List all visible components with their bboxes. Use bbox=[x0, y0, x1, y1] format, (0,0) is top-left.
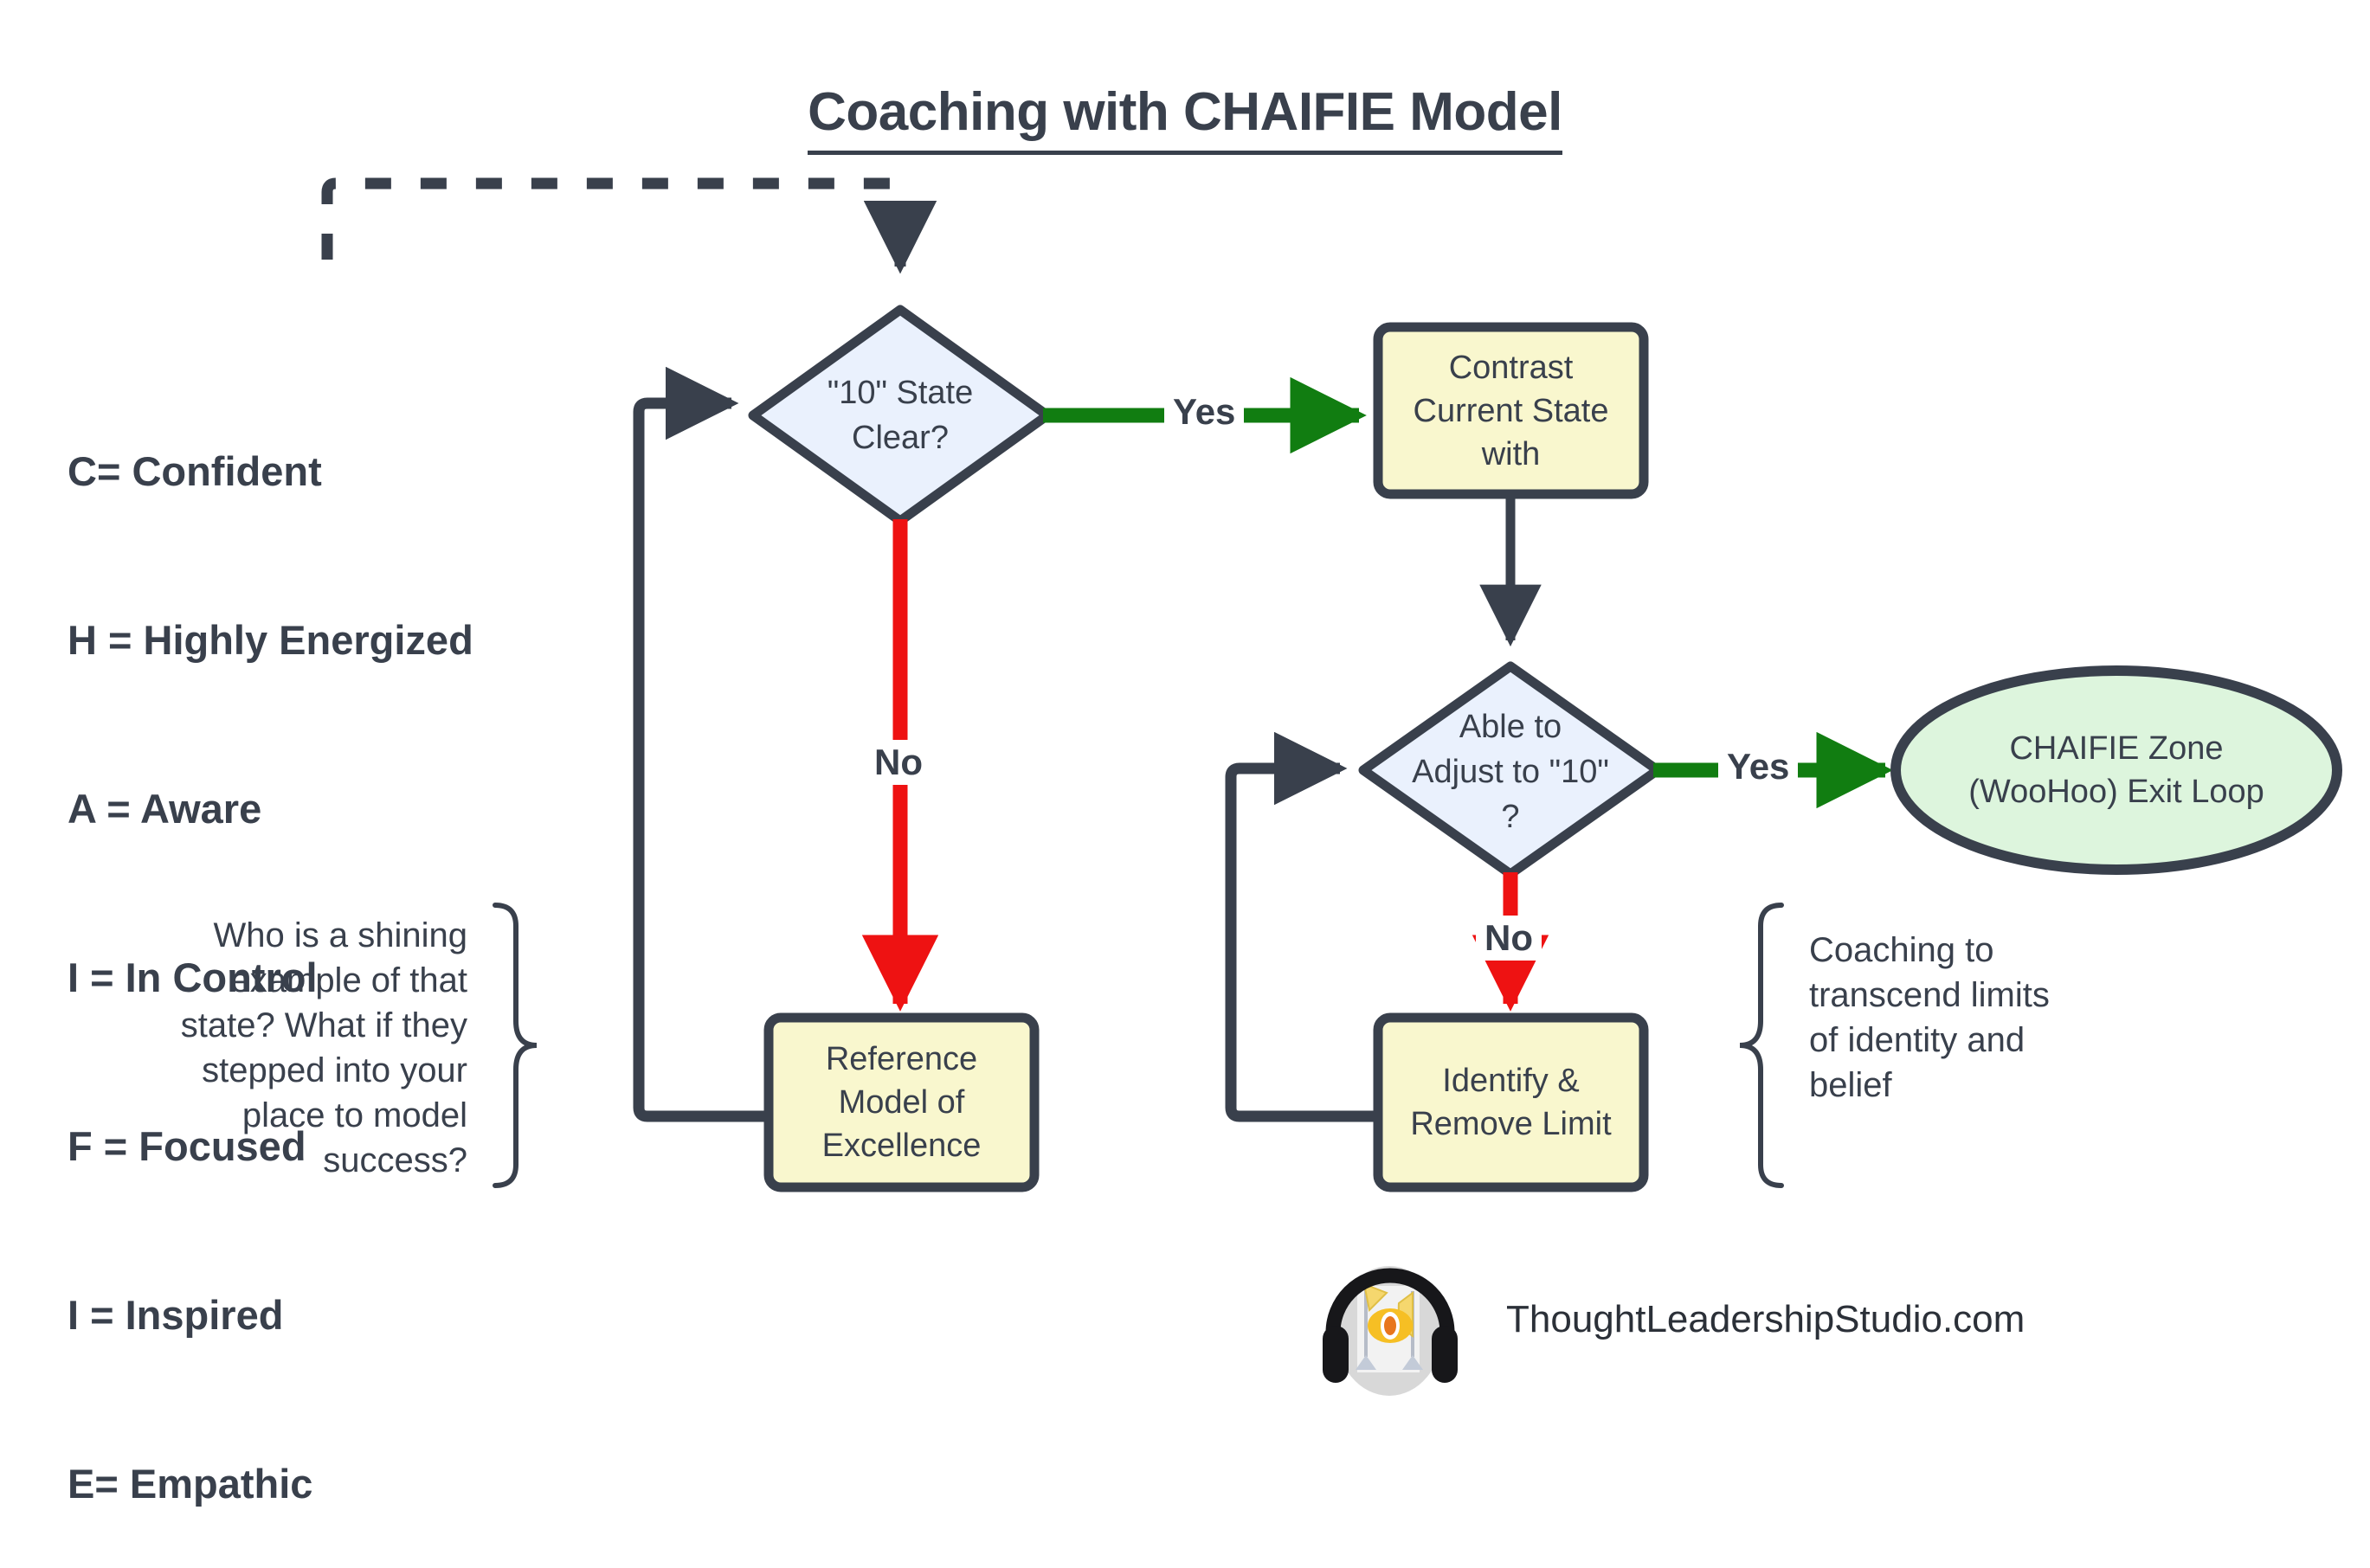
process-contrast-shape bbox=[1373, 322, 1649, 499]
left-annotation-brace bbox=[493, 903, 538, 1188]
entry-dashed-connector bbox=[321, 177, 937, 274]
edge-label-no-1: No bbox=[866, 740, 931, 785]
right-annotation-text: Coaching to transcend limits of identity… bbox=[1809, 931, 2050, 1104]
edge-label-yes-2: Yes bbox=[1718, 744, 1799, 789]
legend-item-c: C= Confident bbox=[68, 448, 322, 494]
decision-state-clear-shape bbox=[748, 305, 1053, 526]
edge-loop-identify-to-decision bbox=[1225, 731, 1378, 1122]
legend-item-e: E= Empathic bbox=[68, 1461, 313, 1507]
process-identify-remove-shape bbox=[1373, 1012, 1649, 1192]
footer-website-label: ThoughtLeadershipStudio.com bbox=[1506, 1298, 2025, 1340]
left-annotation-text: Who is a shining example of that state? … bbox=[180, 916, 467, 1179]
legend-item-a: A = Aware bbox=[68, 786, 262, 832]
edge-label-no-2: No bbox=[1476, 916, 1542, 961]
legend-item-i-inspired: I = Inspired bbox=[68, 1292, 284, 1338]
right-annotation-brace bbox=[1739, 903, 1784, 1188]
page-title: Coaching with CHAIFIE Model bbox=[0, 81, 2370, 155]
edge-label-yes-1: Yes bbox=[1164, 389, 1245, 434]
process-reference-model-shape bbox=[763, 1012, 1040, 1192]
decision-adjust-shape bbox=[1358, 661, 1663, 879]
edge-loop-reference-to-decision bbox=[633, 366, 769, 1122]
thought-leadership-studio-logo-icon bbox=[1323, 1266, 1458, 1396]
legend-item-h: H = Highly Energized bbox=[68, 617, 473, 663]
terminal-chaifie-zone-shape bbox=[1890, 665, 2342, 875]
page-title-text: Coaching with CHAIFIE Model bbox=[808, 82, 1562, 155]
